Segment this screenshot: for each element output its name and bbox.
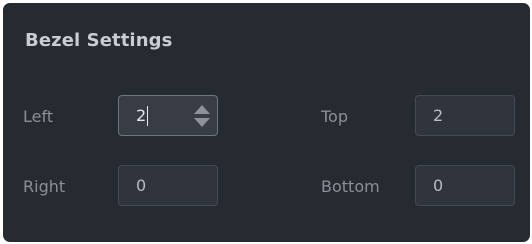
bezel-settings-panel: Bezel Settings Left 2 Top 2 Right 0 Bott…	[3, 3, 530, 242]
right-input[interactable]: 0	[118, 165, 218, 206]
right-label: Right	[23, 177, 66, 196]
left-input[interactable]: 2	[118, 95, 218, 136]
left-increment-button[interactable]	[194, 103, 210, 115]
right-input-value: 0	[136, 176, 147, 195]
panel-title: Bezel Settings	[25, 30, 173, 51]
text-caret	[147, 106, 148, 126]
bottom-input-value: 0	[433, 176, 444, 195]
left-label: Left	[23, 107, 54, 126]
top-input-value: 2	[433, 106, 444, 125]
top-input[interactable]: 2	[415, 95, 515, 136]
bottom-label: Bottom	[321, 177, 380, 196]
top-label: Top	[321, 107, 348, 126]
left-spinner	[194, 103, 210, 129]
chevron-down-icon	[194, 118, 210, 127]
left-input-value: 2	[136, 106, 147, 125]
chevron-up-icon	[194, 105, 210, 114]
left-decrement-button[interactable]	[194, 117, 210, 129]
bottom-input[interactable]: 0	[415, 165, 515, 206]
